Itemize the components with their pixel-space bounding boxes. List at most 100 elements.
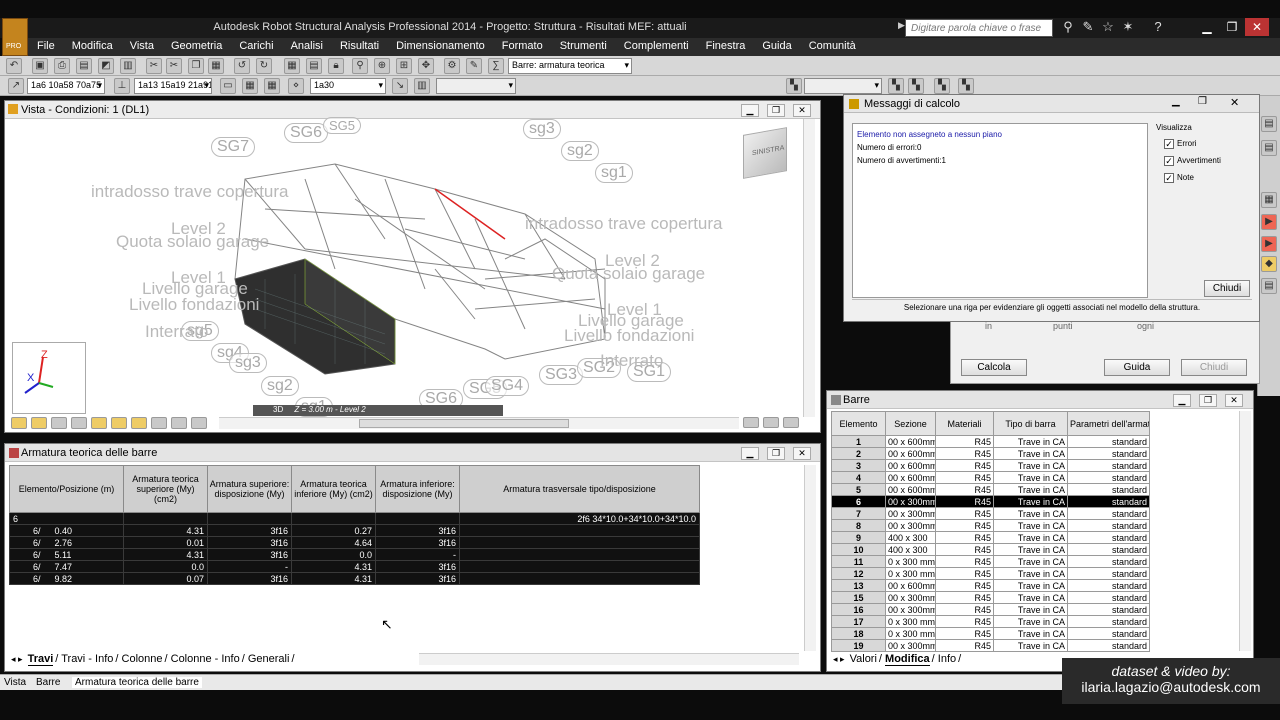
menu-risultati[interactable]: Risultati xyxy=(331,38,387,52)
status-tab-armatura[interactable]: Armatura teorica delle barre xyxy=(72,677,202,688)
menu-analisi[interactable]: Analisi xyxy=(282,38,331,52)
view-tool-3-icon[interactable] xyxy=(51,417,67,429)
menu-comunita[interactable]: Comunità xyxy=(800,38,864,52)
dialog-restore-button[interactable]: ❐ xyxy=(1198,96,1216,107)
tab-valori[interactable]: Valori xyxy=(850,653,877,665)
side-tool-6-icon[interactable]: ◆ xyxy=(1261,256,1277,272)
layer-tool4-icon[interactable]: ▚ xyxy=(958,78,974,94)
menu-strumenti[interactable]: Strumenti xyxy=(551,38,615,52)
col-header[interactable]: Elemento xyxy=(831,411,886,436)
side-tool-7-icon[interactable]: ▤ xyxy=(1261,278,1277,294)
grid-icon[interactable]: ▦ xyxy=(242,78,258,94)
case-empty-combo[interactable] xyxy=(436,78,516,94)
help-search-input[interactable]: Digitare parola chiave o frase xyxy=(905,19,1053,37)
view-tool-1-icon[interactable] xyxy=(11,417,27,429)
layer-tool2-icon[interactable]: ▚ xyxy=(908,78,924,94)
tab-travi-info[interactable]: Travi - Info xyxy=(61,653,113,665)
table-row[interactable]: 15 00 x 300mm R45 Trave in CA standard xyxy=(831,591,1150,604)
message-item[interactable]: Elemento non assegneto a nessun piano xyxy=(857,130,1002,139)
view-hscroll[interactable] xyxy=(219,417,739,429)
copy-icon[interactable]: ❐ xyxy=(188,58,204,74)
barre-minimize-button[interactable]: ▁ xyxy=(1173,394,1191,407)
case-icon[interactable]: ⋄ xyxy=(288,78,304,94)
menu-modifica[interactable]: Modifica xyxy=(63,38,121,52)
info-icon[interactable]: ✶ xyxy=(1120,19,1136,35)
col-header[interactable]: Elemento/Posizione (m) xyxy=(9,465,124,513)
arrow-right-icon[interactable]: ▶ xyxy=(898,20,905,36)
table-icon[interactable]: ▦ xyxy=(284,58,300,74)
tools-wrench-icon[interactable]: ✎ xyxy=(466,58,482,74)
calc-icon[interactable]: ∑ xyxy=(488,58,504,74)
calcola-button[interactable]: Calcola xyxy=(961,359,1027,376)
barre-table[interactable]: Elemento Sezione Materiali Tipo di barra… xyxy=(831,411,1150,652)
col-header[interactable]: Armatura teorica inferiore (My) (cm2) xyxy=(291,465,376,513)
table-row[interactable]: 11 0 x 300 mm R45 Trave in CA standard xyxy=(831,555,1150,568)
side-tool-2-icon[interactable]: ▤ xyxy=(1261,140,1277,156)
tab-generali[interactable]: Generali xyxy=(248,653,290,665)
close-button[interactable]: ✕ xyxy=(1245,18,1269,36)
table-row[interactable]: 7 00 x 300mm R45 Trave in CA standard xyxy=(831,507,1150,520)
table-row[interactable]: 9 400 x 300 R45 Trave in CA standard xyxy=(831,531,1150,544)
paste-icon[interactable]: ▦ xyxy=(208,58,224,74)
table-row[interactable]: 1 00 x 600mm R45 Trave in CA standard xyxy=(831,435,1150,448)
table-row[interactable]: 18 0 x 300 mm R45 Trave in CA standard xyxy=(831,627,1150,640)
table-row[interactable]: 6/5.11 4.31 3f16 0.0- xyxy=(9,548,700,561)
menu-vista[interactable]: Vista xyxy=(121,38,162,52)
dialog-close-button[interactable]: ✕ xyxy=(1230,96,1248,109)
case-arrow-icon[interactable]: ↘ xyxy=(392,78,408,94)
side-tool-4-icon[interactable]: ▶ xyxy=(1261,214,1277,230)
zoom-all-icon[interactable]: ⊞ xyxy=(396,58,412,74)
save-icon[interactable]: ▣ xyxy=(32,58,48,74)
lock-icon[interactable]: 🔒︎ xyxy=(328,58,344,74)
view-tool-2-icon[interactable] xyxy=(31,417,47,429)
status-tab-vista[interactable]: Vista xyxy=(4,677,26,688)
report-icon[interactable]: ▥ xyxy=(120,58,136,74)
table-row[interactable]: 10 400 x 300 R45 Trave in CA standard xyxy=(831,543,1150,556)
view-cube[interactable]: SINISTRA xyxy=(743,127,787,179)
check-errori[interactable]: ✓ Errori xyxy=(1164,139,1197,149)
armatura-minimize-button[interactable]: ▁ xyxy=(741,447,759,460)
col-header[interactable]: Materiali xyxy=(935,411,994,436)
message-item[interactable]: Numero di avvertimenti:1 xyxy=(857,156,946,165)
tab-modifica[interactable]: Modifica xyxy=(885,653,930,666)
minimize-button[interactable]: ▁ xyxy=(1195,18,1219,36)
view-tool-9-icon[interactable] xyxy=(171,417,187,429)
side-tool-3-icon[interactable]: ▦ xyxy=(1261,192,1277,208)
table-row[interactable]: 16 00 x 300mm R45 Trave in CA standard xyxy=(831,603,1150,616)
view-vscroll[interactable] xyxy=(803,119,815,417)
view-fit-icon[interactable] xyxy=(743,417,759,428)
table-row[interactable]: 5 00 x 600mm R45 Trave in CA standard xyxy=(831,483,1150,496)
undo-arrow-icon[interactable]: ↺ xyxy=(234,58,250,74)
help-icon[interactable]: ? xyxy=(1150,19,1166,35)
table-row[interactable]: 17 0 x 300 mm R45 Trave in CA standard xyxy=(831,615,1150,628)
menu-finestra[interactable]: Finestra xyxy=(697,38,754,52)
table-row[interactable]: 6/9.82 0.07 3f16 4.31 3f16 xyxy=(9,572,700,585)
col-header[interactable]: Tipo di barra xyxy=(993,411,1068,436)
cut2-icon[interactable]: ✂ xyxy=(166,58,182,74)
check-note[interactable]: ✓ Note xyxy=(1164,173,1194,183)
menu-carichi[interactable]: Carichi xyxy=(230,38,281,52)
tables-icon[interactable]: ▤ xyxy=(306,58,322,74)
layer-tool-icon[interactable]: ▚ xyxy=(888,78,904,94)
chiudi-back-button[interactable]: Chiudi xyxy=(1181,359,1247,376)
tools-icon[interactable]: ✎ xyxy=(1080,19,1096,35)
checkbox-icon[interactable]: ✓ xyxy=(1164,173,1174,183)
print-icon[interactable]: ⎙ xyxy=(54,58,70,74)
table-row[interactable]: 6 2f6 34*10.0+34*10.0+34*10.0 xyxy=(9,512,700,525)
checkbox-icon[interactable]: ✓ xyxy=(1164,139,1174,149)
panel-icon[interactable]: ▭ xyxy=(220,78,236,94)
status-tab-barre[interactable]: Barre xyxy=(36,677,60,688)
col-header[interactable]: Parametri dell'armatura xyxy=(1067,411,1150,436)
case-selection-combo[interactable]: 1a30 xyxy=(310,78,386,94)
pan-icon[interactable]: ✥ xyxy=(418,58,434,74)
barre-restore-button[interactable]: ❐ xyxy=(1199,394,1217,407)
view-tool-10-icon[interactable] xyxy=(191,417,207,429)
tab-info[interactable]: Info xyxy=(938,653,956,665)
view-restore-button[interactable]: ❐ xyxy=(767,104,785,117)
cut-icon[interactable]: ✂ xyxy=(146,58,162,74)
table-row[interactable]: 6 00 x 300mm R45 Trave in CA standard xyxy=(831,495,1150,508)
settings-icon[interactable]: ⚙ xyxy=(444,58,460,74)
col-header[interactable]: Sezione xyxy=(885,411,936,436)
tab-colonne[interactable]: Colonne xyxy=(122,653,163,665)
grid2-icon[interactable]: ▦ xyxy=(264,78,280,94)
